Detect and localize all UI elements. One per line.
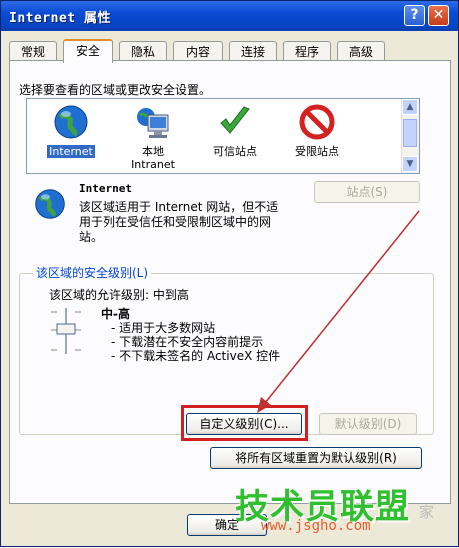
tab-security[interactable]: 安全 bbox=[63, 39, 113, 63]
annotation-arrow bbox=[257, 210, 420, 413]
watermark-side: 家 bbox=[419, 503, 435, 521]
watermark-url: www.jsgho.com bbox=[261, 518, 371, 534]
internet-properties-dialog: Internet 属性 ? ✕ 常规 安全 隐私 内容 连接 程序 高级 选择要… bbox=[0, 0, 459, 547]
